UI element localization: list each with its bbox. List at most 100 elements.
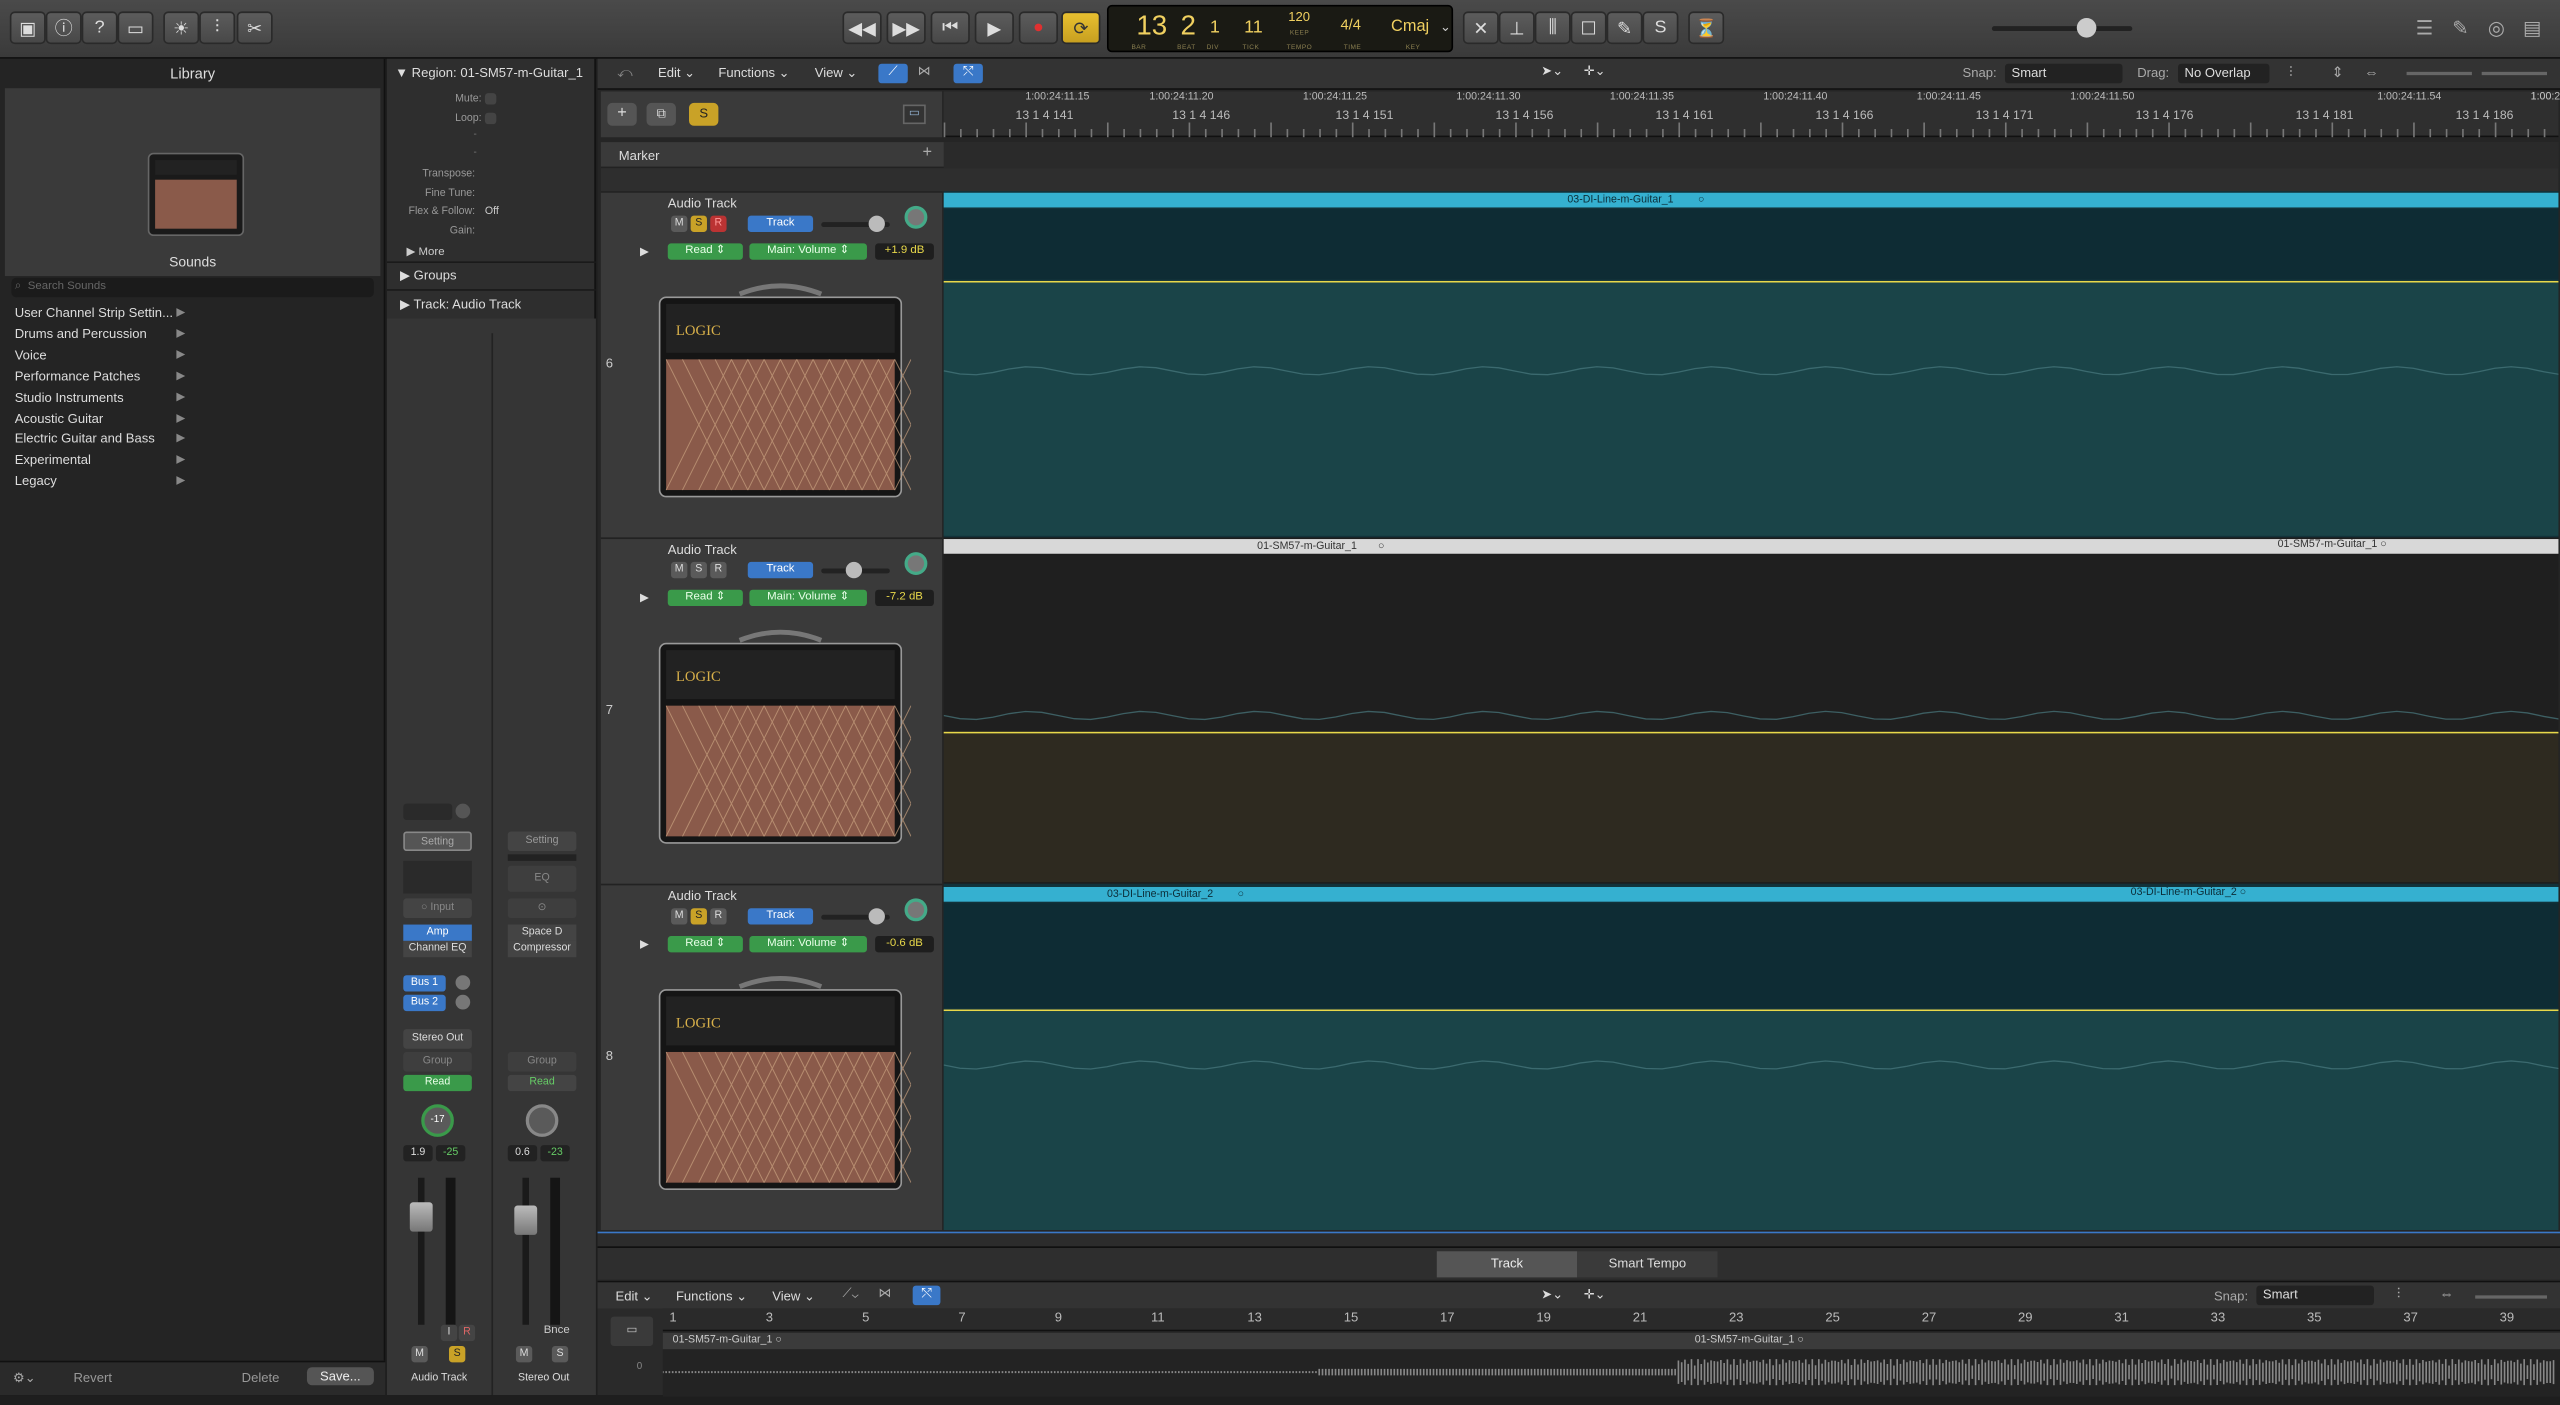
region-waveform[interactable] [943,1011,2559,1231]
automation-value[interactable]: -7.2 dB [875,589,934,607]
global-solo-icon[interactable]: S [688,102,719,126]
automation-mode-select[interactable]: Read ⇕ [667,589,743,607]
track-volume-thumb[interactable] [868,215,885,232]
drag-select[interactable]: No Overlap [2178,63,2270,84]
rewind-icon[interactable]: ◀◀ [842,11,882,45]
zoom-fit-icon[interactable]: ⇔ [2364,64,2379,80]
track-header[interactable]: 7 Audio Track M S R Track ▶ Read ⇕ Main:… [600,537,943,884]
record-enable-button[interactable]: R [458,1324,476,1342]
send-knob-1[interactable] [455,975,471,990]
track-solo-button[interactable]: S [690,908,707,925]
master-volume-knob[interactable] [2076,17,2097,38]
library-category[interactable]: Studio Instruments [15,390,124,405]
strip1-group[interactable]: Group [403,1051,472,1072]
link-icon[interactable] [455,803,471,819]
pencil-icon[interactable]: ✎ [1606,11,1643,45]
delete-button[interactable]: Delete [242,1371,280,1386]
automation-param-select[interactable]: Main: Volume ⇕ [749,243,867,260]
bounce-button[interactable]: Bnce [544,1325,570,1336]
editor-ruler[interactable]: 1 3 5 7 9 11 13 15 17 19 21 23 25 27 29 31 33 35 37 39 [662,1308,2560,1332]
tab-track[interactable]: Track [1436,1251,1578,1278]
library-category[interactable]: Performance Patches [15,369,141,384]
save-button[interactable]: Save... [306,1367,374,1386]
region-waveform[interactable] [943,733,2559,883]
region-inspector-header[interactable]: ▼ Region: 01-SM57-m-Guitar_1 [395,65,583,80]
track-button[interactable]: Track [747,215,814,232]
track-volume-thumb[interactable] [845,561,863,579]
disclosure-right-icon[interactable]: ▶ [640,591,649,604]
track-button[interactable]: Track [747,908,814,925]
editor-pointer-tool-icon[interactable]: ➤⌄ [1541,1287,1563,1302]
editor-automation-icon[interactable]: ⟋⌄ [842,1286,858,1302]
strip2-fader[interactable] [514,1205,538,1235]
track-header[interactable]: 6 Audio Track M S R Track ▶ Read ⇕ Main:… [600,191,943,538]
global-tracks-icon[interactable]: ▭ [902,104,926,125]
editor-catch-icon[interactable]: ⤲ [912,1285,941,1306]
strip1-automation[interactable]: Read [403,1074,472,1092]
flex-value[interactable]: Off [485,206,499,217]
track-solo-button[interactable]: S [690,561,707,579]
library-category[interactable]: Experimental [15,453,91,468]
strip2-volume-readout[interactable]: 0.6 [507,1145,538,1162]
editor-waveform[interactable] [662,1349,2560,1397]
automation-value[interactable]: +1.9 dB [875,243,934,260]
master-volume-slider[interactable] [1991,26,2133,32]
region-body[interactable] [943,209,2559,280]
strip1-setting-button[interactable]: Setting [403,831,472,852]
loops-icon[interactable]: ◎ [2478,11,2514,44]
region-body[interactable] [943,903,2559,1008]
add-track-button[interactable]: + [607,102,637,126]
disclosure-right-icon[interactable]: ▶ [640,245,649,258]
functions-menu[interactable]: Functions ⌄ [718,65,789,80]
list-editors-icon[interactable]: ☰ [2407,11,2443,44]
strip1-input-slot[interactable]: ○ Input [403,898,472,919]
editor-functions-menu[interactable]: Functions ⌄ [676,1289,747,1304]
disclosure-right-icon[interactable]: ▶ [640,938,649,950]
editor-region-2[interactable]: 01-SM57-m-Guitar_1 ○ [1695,1335,1804,1346]
editor-view-menu[interactable]: View ⌄ [772,1289,815,1304]
editor-crosshair-icon[interactable]: ✛⌄ [1584,1287,1606,1302]
pointer-tool-icon[interactable]: ➤⌄ [1541,64,1563,79]
strip1-eq-display[interactable] [403,860,472,894]
solo-icon[interactable]: S [1642,11,1679,45]
automation-param-select[interactable]: Main: Volume ⇕ [749,589,867,607]
marker-lane[interactable] [943,142,2559,169]
track-solo-button[interactable]: S [690,215,707,232]
automation-mode-select[interactable]: Read ⇕ [667,935,743,953]
loop-checkbox[interactable] [484,112,497,125]
compressor-plugin[interactable]: Compressor [507,940,577,958]
play-icon[interactable]: ▶ [974,11,1014,45]
region-title-bar[interactable]: 03-DI-Line-m-Guitar_2 ○ [943,886,2559,902]
timeline-ruler[interactable]: 1:00:24:11.15 1:00:24:11.20 1:00:24:11.25 1… [943,91,2560,138]
track-button[interactable]: Track [747,561,814,579]
strip2-plugins[interactable]: Space D Compressor [507,924,577,958]
zoom-vertical-icon[interactable]: ⇕ [2331,64,2343,82]
region-name-2[interactable]: 01-SM57-m-Guitar_1 ○ [2278,539,2387,550]
library-category[interactable]: Acoustic Guitar [15,411,104,426]
track-pan-knob[interactable] [904,898,928,922]
strip1-fader[interactable] [409,1202,433,1232]
track-record-button[interactable]: R [710,215,727,232]
track-name[interactable]: Audio Track [668,889,737,904]
strip2-automation[interactable]: Read [507,1074,577,1092]
space-d-plugin[interactable]: Space D [507,924,577,941]
strip2-solo-button[interactable]: S [551,1346,569,1363]
library-category[interactable]: Legacy [15,474,57,489]
snap-select[interactable]: Smart [2004,63,2123,84]
forward-icon[interactable]: ▶▶ [886,11,926,45]
tab-smart-tempo[interactable]: Smart Tempo [1577,1251,1718,1278]
editor-flex-icon[interactable]: ⋈ [878,1286,891,1301]
cycle-icon[interactable]: ⟳ [1061,11,1101,45]
region-name-2[interactable]: 03-DI-Line-m-Guitar_2 ○ [2131,887,2247,898]
track-name[interactable]: Audio Track [668,542,737,557]
mixer-icon[interactable]: ⫶ [199,11,236,45]
back-arrow-icon[interactable]: ⤺ [617,64,633,82]
waveform-zoom-icon[interactable]: ⫶ [2289,64,2293,82]
inspector-toggle-icon[interactable]: ⓘ [45,11,82,45]
replace-icon[interactable]: ✕ [1462,11,1499,45]
strip2-pan-knob[interactable] [525,1104,559,1137]
editor-zoom-fit-icon[interactable]: ⇔ [2439,1286,2454,1302]
crosshair-tool-icon[interactable]: ✛⌄ [1584,64,1606,79]
strip1-plugins[interactable]: Amp Channel EQ [403,924,472,959]
sounds-search-input[interactable]: ⌕ Search Sounds [11,277,374,298]
